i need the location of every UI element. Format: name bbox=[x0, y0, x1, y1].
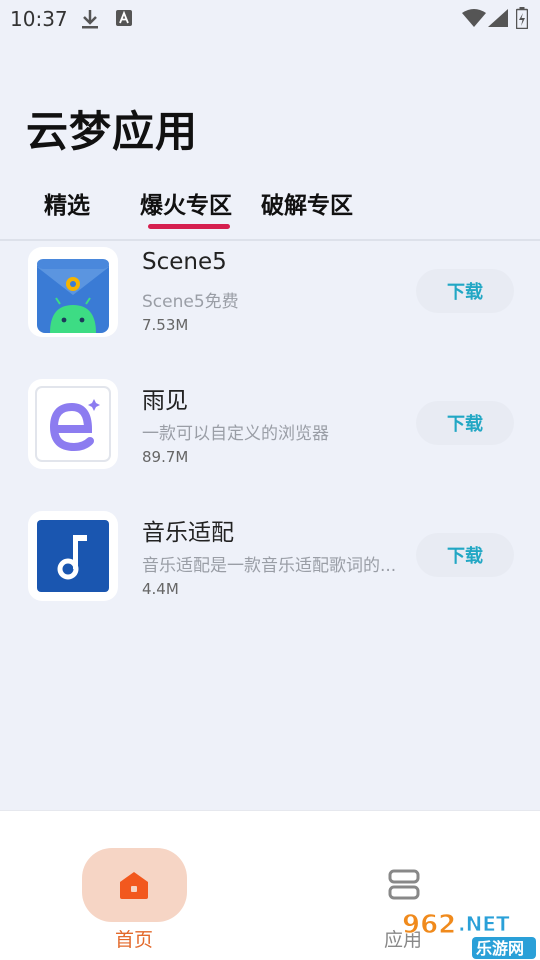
tab-bar: 精选 爆火专区 破解专区 bbox=[0, 180, 540, 238]
tab-featured[interactable]: 精选 bbox=[44, 186, 90, 220]
app-size: 4.4M bbox=[142, 580, 179, 598]
tab-divider bbox=[0, 239, 540, 241]
browser-e-icon bbox=[28, 379, 118, 469]
app-name: Scene5 bbox=[142, 249, 227, 275]
download-button[interactable]: 下载 bbox=[416, 533, 514, 577]
app-description: Scene5免费 bbox=[142, 292, 239, 312]
watermark-logo: 962 .NET 乐游网 bbox=[400, 905, 540, 960]
home-icon bbox=[117, 870, 151, 904]
list-item[interactable]: 雨见 一款可以自定义的浏览器 89.7M 下载 bbox=[0, 377, 540, 487]
list-item[interactable]: Scene5 Scene5免费 7.53M 下载 bbox=[0, 245, 540, 355]
svg-text:.NET: .NET bbox=[458, 912, 510, 936]
music-note-icon bbox=[28, 511, 118, 601]
page-title: 云梦应用 bbox=[26, 107, 199, 156]
app-size: 7.53M bbox=[142, 316, 189, 334]
scene5-android-icon bbox=[28, 247, 118, 337]
app-name: 雨见 bbox=[142, 388, 188, 414]
a-badge-icon bbox=[116, 10, 132, 30]
nav-home-label[interactable]: 首页 bbox=[115, 925, 153, 952]
download-button[interactable]: 下载 bbox=[416, 269, 514, 313]
tab-cracked[interactable]: 破解专区 bbox=[261, 186, 353, 220]
tab-hot[interactable]: 爆火专区 bbox=[140, 186, 232, 220]
svg-text:乐游网: 乐游网 bbox=[476, 939, 524, 958]
status-time: 10:37 bbox=[10, 7, 68, 31]
app-size: 89.7M bbox=[142, 448, 189, 466]
signal-icon bbox=[488, 9, 508, 31]
battery-icon bbox=[515, 7, 529, 33]
app-description: 一款可以自定义的浏览器 bbox=[142, 424, 329, 444]
status-bar: 10:37 bbox=[0, 0, 540, 36]
list-item[interactable]: 音乐适配 音乐适配是一款音乐适配歌词的... 4.4M 下载 bbox=[0, 509, 540, 619]
download-icon bbox=[80, 8, 100, 34]
tab-active-indicator bbox=[148, 224, 230, 229]
apps-icon[interactable] bbox=[387, 869, 421, 905]
wifi-icon bbox=[462, 9, 486, 31]
app-description: 音乐适配是一款音乐适配歌词的... bbox=[142, 556, 397, 576]
svg-text:962: 962 bbox=[402, 910, 456, 940]
download-button[interactable]: 下载 bbox=[416, 401, 514, 445]
app-name: 音乐适配 bbox=[142, 520, 234, 546]
